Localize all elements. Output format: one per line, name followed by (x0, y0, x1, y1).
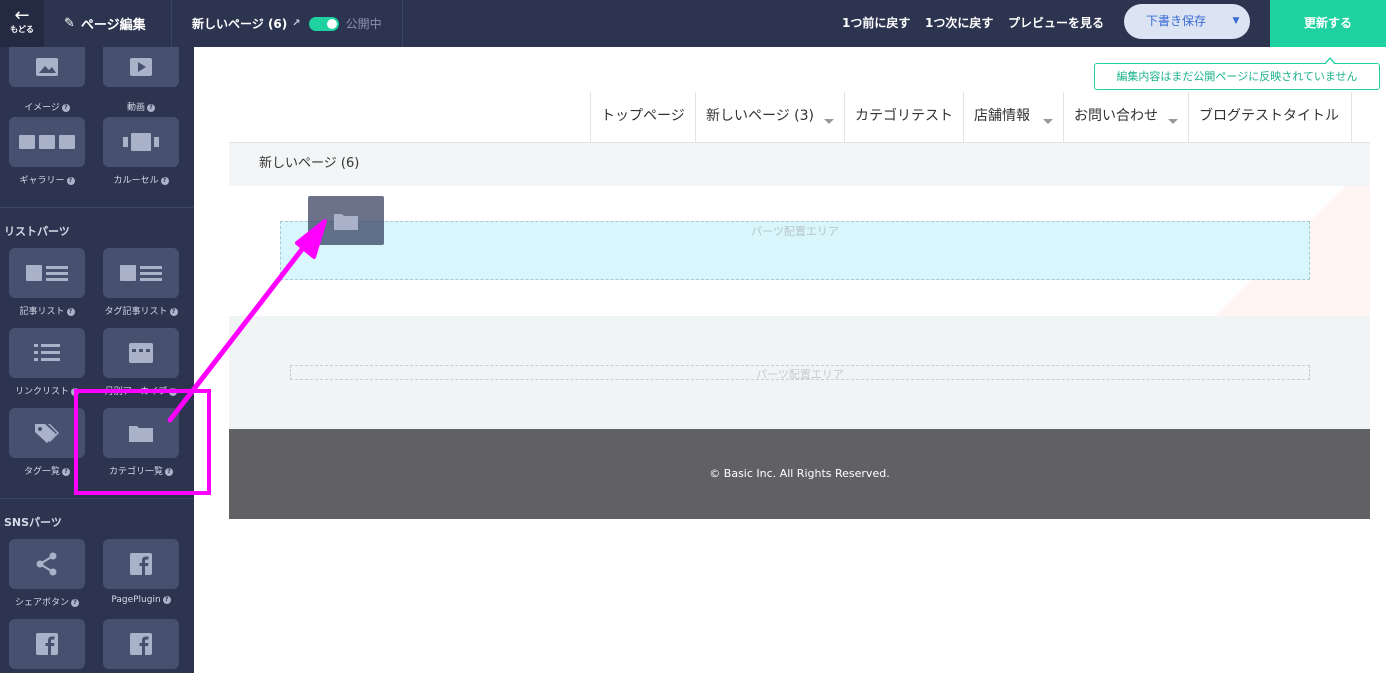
nav-item-top[interactable]: トップページ (590, 92, 695, 142)
help-icon[interactable]: ? (62, 467, 70, 476)
publish-status: 公開中 (345, 17, 382, 31)
nav-label: トップページ (601, 108, 685, 124)
part-video[interactable]: 動画? (94, 47, 188, 113)
save-draft-label: 下書き保存 (1146, 14, 1207, 28)
update-button[interactable]: 更新する (1270, 0, 1386, 47)
part-label: タグ一覧 (23, 467, 60, 477)
redo-button[interactable]: 1つ次に戻す (925, 0, 993, 47)
part-tag-article-list[interactable]: タグ記事リスト? (94, 248, 188, 317)
help-icon[interactable]: ? (71, 598, 79, 607)
back-label: もどる (10, 25, 34, 34)
breadcrumb: 新しいページ (6) (229, 143, 1370, 186)
help-icon[interactable]: ? (162, 595, 171, 604)
help-icon[interactable]: ? (61, 103, 70, 112)
page-name[interactable]: 新しいページ (6) (192, 15, 287, 32)
help-icon[interactable]: ? (66, 307, 75, 316)
carousel-icon (103, 117, 179, 167)
part-page-plugin[interactable]: PagePlugin? (94, 539, 188, 605)
sns-parts-title: SNSパーツ (4, 516, 62, 529)
toggle-knob (326, 18, 337, 29)
nav-item-category-test[interactable]: カテゴリテスト (844, 92, 963, 142)
help-icon[interactable]: ? (169, 307, 178, 316)
part-label: ギャラリー (19, 176, 65, 186)
external-link-icon[interactable]: ↗ (292, 18, 300, 29)
arrow-left-icon: ← (14, 5, 30, 26)
video-icon (103, 47, 179, 87)
section-divider (0, 498, 194, 499)
link-list-icon (9, 328, 85, 378)
facebook-icon (103, 539, 179, 589)
folder-icon (334, 213, 358, 230)
site-footer: © Basic Inc. All Rights Reserved. (229, 429, 1370, 519)
top-bar: ← もどる ✎ ページ編集 新しいページ (6) ↗ 公開中 1つ前に戻す 1つ… (0, 0, 1386, 47)
chevron-down-icon (824, 119, 834, 124)
nav-label: 店舗情報 (974, 108, 1030, 124)
image-icon (9, 47, 85, 87)
article-list-icon (9, 248, 85, 298)
nav-item-blog[interactable]: ブログテストタイトル (1188, 92, 1352, 142)
part-gallery[interactable]: ギャラリー? (0, 117, 94, 186)
help-icon[interactable]: ? (66, 176, 75, 185)
part-label: 動画 (126, 103, 145, 113)
highlight-box (74, 389, 211, 495)
section-divider (0, 207, 194, 208)
chevron-down-icon[interactable]: ▼ (1222, 4, 1250, 39)
parts-drop-area[interactable]: パーツ配置エリア (280, 221, 1310, 280)
page-edit-label: ページ編集 (80, 18, 146, 33)
nav-item-store-info[interactable]: 店舗情報 (963, 92, 1063, 142)
part-image[interactable]: イメージ? (0, 47, 94, 113)
part-monthly-archive[interactable]: 月別アーカイブ? (94, 328, 188, 397)
part-article-list[interactable]: 記事リスト? (0, 248, 94, 317)
part-label: タグ記事リスト (104, 307, 168, 317)
facebook-icon (9, 619, 85, 669)
part-carousel[interactable]: カルーセル? (94, 117, 188, 186)
dragged-category-part[interactable] (308, 196, 384, 245)
nav-item-contact[interactable]: お問い合わせ (1063, 92, 1188, 142)
part-label: PagePlugin (111, 595, 161, 605)
help-icon[interactable]: ? (147, 103, 155, 112)
monthly-archive-icon (103, 328, 179, 378)
part-label: カルーセル (113, 176, 159, 186)
unpublished-notice: 編集内容はまだ公開ページに反映されていません (1094, 57, 1380, 90)
undo-button[interactable]: 1つ前に戻す (842, 0, 910, 47)
part-share-button[interactable]: シェアボタン? (0, 539, 94, 608)
publish-toggle[interactable] (308, 16, 339, 31)
back-button[interactable]: ← もどる (0, 0, 44, 47)
part-label: 記事リスト (19, 307, 65, 317)
site-global-nav: トップページ 新しいページ (3) カテゴリテスト 店舗情報 お問い合わせ ブロ… (590, 92, 1352, 142)
chevron-down-icon (1168, 119, 1178, 124)
share-icon (9, 539, 85, 589)
page-edit-tab[interactable]: ✎ ページ編集 (44, 0, 172, 47)
part-facebook[interactable] (94, 619, 188, 669)
preview-button[interactable]: プレビューを見る (1008, 0, 1104, 47)
nav-label: カテゴリテスト (855, 108, 953, 124)
nav-item-new-page[interactable]: 新しいページ (3) (695, 92, 844, 142)
parts-drop-area-2[interactable]: パーツ配置エリア (290, 365, 1310, 380)
nav-label: ブログテストタイトル (1199, 108, 1339, 124)
list-parts-title: リストパーツ (4, 225, 70, 238)
tag-article-list-icon (103, 248, 179, 298)
part-link-list[interactable]: リンクリスト? (0, 328, 94, 397)
gallery-icon (9, 117, 85, 167)
nav-label: お問い合わせ (1074, 108, 1158, 124)
help-icon[interactable]: ? (160, 176, 169, 185)
nav-label: 新しいページ (3) (706, 108, 815, 124)
pencil-icon: ✎ (64, 16, 75, 31)
part-label: シェアボタン (14, 598, 69, 608)
part-label: リンクリスト (14, 387, 69, 397)
save-draft-button[interactable]: 下書き保存 ▼ (1124, 4, 1250, 39)
chevron-down-icon (1043, 119, 1053, 124)
part-label: イメージ (24, 103, 60, 113)
part-facebook[interactable] (0, 619, 94, 669)
page-info: 新しいページ (6) ↗ 公開中 (172, 0, 403, 47)
facebook-icon (103, 619, 179, 669)
parts-sidebar[interactable]: イメージ? 動画? ギャラリー? カルーセル? リストパーツ 記事リスト? タグ… (0, 47, 194, 673)
